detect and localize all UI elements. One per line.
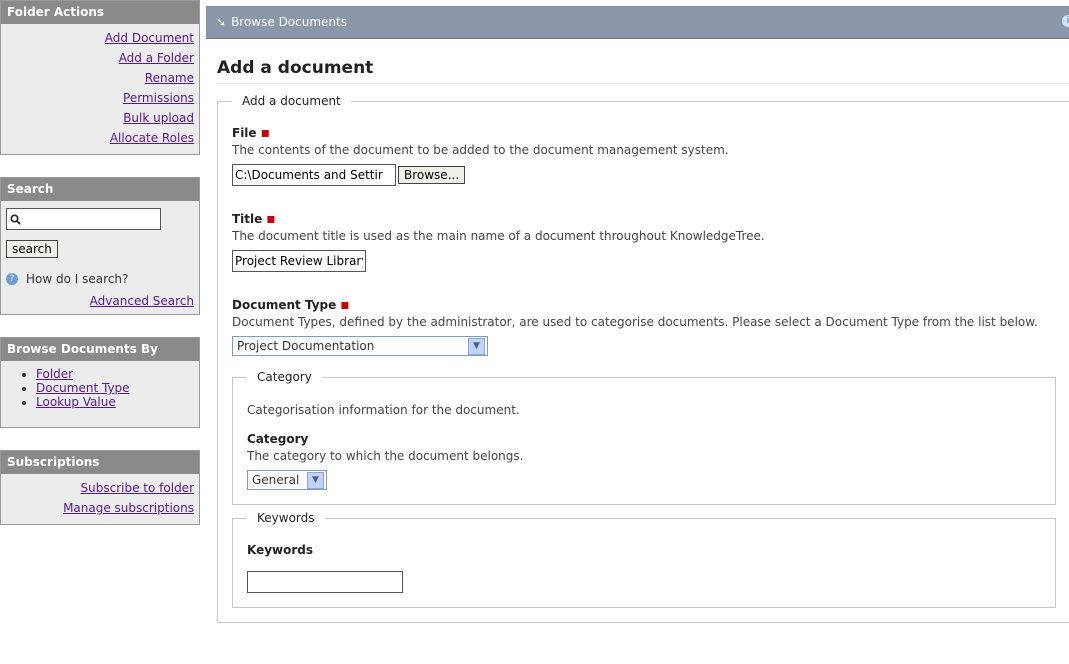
category-set-description: Categorisation information for the docum… bbox=[247, 403, 520, 417]
keywords-label: Keywords bbox=[247, 543, 314, 557]
manage-subscriptions-link[interactable]: Manage subscriptions bbox=[63, 501, 194, 515]
keywords-legend: Keywords bbox=[257, 511, 315, 525]
folder-actions-list: Add Document Add a Folder Rename Permiss… bbox=[6, 28, 194, 148]
document-type-selected: Project Documentation bbox=[237, 339, 375, 353]
bulk-upload-link[interactable]: Bulk upload bbox=[123, 111, 194, 125]
browse-folder-link[interactable]: Folder bbox=[36, 367, 73, 381]
breadcrumb-label[interactable]: Browse Documents bbox=[231, 15, 347, 29]
browse-by-title: Browse Documents By bbox=[1, 338, 199, 361]
title-description: The document title is used as the main n… bbox=[232, 229, 765, 243]
document-type-field: Document Type ▪ Document Types, defined b… bbox=[232, 298, 1060, 356]
browse-lookup-value-link[interactable]: Lookup Value bbox=[36, 395, 116, 409]
breadcrumb-bar: ➘ Browse Documents i bbox=[206, 6, 1069, 39]
keywords-input[interactable] bbox=[247, 571, 403, 593]
main-content: Add a document Add a document File ▪ The … bbox=[217, 58, 1069, 623]
required-marker: ▪ bbox=[340, 297, 350, 313]
subscribe-folder-link[interactable]: Subscribe to folder bbox=[81, 481, 194, 495]
browse-button[interactable]: Browse... bbox=[398, 166, 466, 184]
document-type-select[interactable]: Project Documentation ▼ bbox=[232, 336, 488, 356]
file-label: File bbox=[232, 126, 257, 140]
keywords-fieldset: Keywords Keywords bbox=[232, 511, 1056, 608]
category-field: Category The category to which the docum… bbox=[247, 432, 1041, 490]
chevron-down-icon[interactable]: ▼ bbox=[468, 337, 485, 355]
add-folder-link[interactable]: Add a Folder bbox=[119, 51, 194, 65]
file-path-input[interactable] bbox=[232, 164, 396, 186]
category-fieldset: Category Categorisation information for … bbox=[232, 370, 1056, 505]
subscriptions-list: Subscribe to folder Manage subscriptions bbox=[6, 478, 194, 518]
permissions-link[interactable]: Permissions bbox=[123, 91, 194, 105]
arrow-down-right-icon: ➘ bbox=[216, 15, 227, 29]
info-icon[interactable]: i bbox=[1062, 15, 1069, 27]
help-icon[interactable]: ? bbox=[6, 273, 18, 285]
category-selected: General bbox=[252, 473, 300, 487]
browse-by-panel: Browse Documents By Folder Document Type… bbox=[0, 337, 200, 428]
rename-link[interactable]: Rename bbox=[145, 71, 194, 85]
sidebar: Folder Actions Add Document Add a Folder… bbox=[0, 0, 200, 547]
category-description: The category to which the document belon… bbox=[247, 449, 524, 463]
search-title: Search bbox=[1, 178, 199, 201]
title-label: Title bbox=[232, 212, 263, 226]
chevron-down-icon[interactable]: ▼ bbox=[307, 471, 324, 489]
folder-actions-panel: Folder Actions Add Document Add a Folder… bbox=[0, 0, 200, 155]
title-input[interactable] bbox=[232, 250, 366, 272]
search-field[interactable] bbox=[6, 208, 161, 230]
magnifier-icon bbox=[10, 213, 21, 225]
folder-actions-title: Folder Actions bbox=[1, 1, 199, 24]
required-marker: ▪ bbox=[260, 125, 271, 141]
subscriptions-title: Subscriptions bbox=[1, 451, 199, 474]
document-type-label: Document Type bbox=[232, 298, 337, 312]
add-document-link[interactable]: Add Document bbox=[105, 31, 194, 45]
subscriptions-panel: Subscriptions Subscribe to folder Manage… bbox=[0, 450, 200, 525]
help-text[interactable]: How do I search? bbox=[26, 272, 128, 286]
category-legend: Category bbox=[257, 370, 312, 384]
document-type-description: Document Types, defined by the administr… bbox=[232, 315, 1038, 329]
file-field: File ▪ The contents of the document to be… bbox=[232, 126, 1060, 186]
search-input[interactable] bbox=[24, 211, 148, 227]
page-title: Add a document bbox=[217, 58, 1069, 84]
advanced-search-link[interactable]: Advanced Search bbox=[90, 294, 194, 308]
allocate-roles-link[interactable]: Allocate Roles bbox=[110, 131, 194, 145]
required-marker: ▪ bbox=[266, 211, 276, 227]
file-description: The contents of the document to be added… bbox=[232, 143, 729, 157]
search-panel: Search search ? How do I search? Advance… bbox=[0, 177, 200, 315]
browse-document-type-link[interactable]: Document Type bbox=[36, 381, 130, 395]
browse-by-list: Folder Document Type Lookup Value bbox=[6, 367, 194, 409]
category-label: Category bbox=[247, 432, 309, 446]
title-field: Title ▪ The document title is used as the… bbox=[232, 212, 1060, 272]
category-select[interactable]: General ▼ bbox=[247, 470, 327, 490]
keywords-field: Keywords bbox=[247, 543, 1041, 593]
add-document-legend: Add a document bbox=[242, 94, 341, 108]
add-document-fieldset: Add a document File ▪ The contents of the… bbox=[217, 94, 1069, 623]
search-button[interactable]: search bbox=[6, 240, 58, 258]
